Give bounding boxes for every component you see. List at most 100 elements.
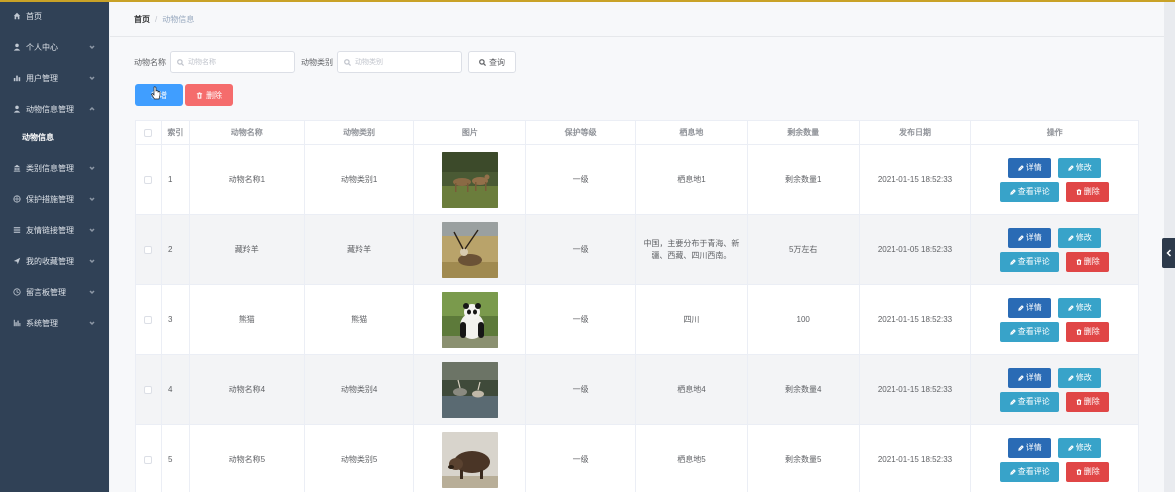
trash-icon xyxy=(1076,328,1081,335)
sidebar-item-favorites-management[interactable]: 我的收藏管理 xyxy=(0,249,109,273)
column-header: 动物类别 xyxy=(305,121,415,144)
row-delete-button[interactable]: 删除 xyxy=(1066,391,1110,412)
edit-button[interactable]: 修改 xyxy=(1058,437,1102,458)
edit-icon xyxy=(1067,374,1074,381)
clock-icon xyxy=(12,287,22,297)
query-button[interactable]: 查询 xyxy=(468,51,516,73)
row-checkbox[interactable] xyxy=(144,315,153,324)
animal-name: 动物名称5 xyxy=(190,425,305,492)
column-header: 操作 xyxy=(1046,128,1063,137)
sidebar-item-label: 我的收藏管理 xyxy=(26,256,74,266)
row-checkbox[interactable] xyxy=(144,245,153,254)
edit-icon xyxy=(1067,304,1074,311)
habitat: 四川 xyxy=(636,285,748,354)
sidebar-item-animal-info[interactable]: 动物信息 xyxy=(0,125,109,149)
column-header: 栖息地 xyxy=(636,121,748,144)
sidebar-item-message-board-management[interactable]: 留言板管理 xyxy=(0,280,109,304)
sidebar-item-label: 保护措施管理 xyxy=(26,194,74,204)
detail-button[interactable]: 详情 xyxy=(1008,367,1052,388)
row-delete-button[interactable]: 删除 xyxy=(1066,181,1110,202)
header-divider xyxy=(110,36,1164,37)
detail-button[interactable]: 详情 xyxy=(1008,157,1052,178)
animal-category: 动物类别4 xyxy=(305,355,415,424)
animal-category: 熊猫 xyxy=(305,285,415,354)
boar-photo[interactable] xyxy=(441,431,498,488)
table-body: 1 动物名称1 动物类别1 一级 栖息地1 剩余数量1 2021-01-15 18:52:3… xyxy=(136,145,1138,492)
row-delete-button[interactable]: 删除 xyxy=(1066,321,1110,342)
animal-name-input[interactable]: 动物名称 xyxy=(170,51,295,73)
row-actions: 详情 修改查看评论 删除 xyxy=(971,355,1138,424)
animal-image-cell xyxy=(414,285,527,354)
habitat: 中国，主要分布于青海、新疆、西藏、四川西南。 xyxy=(636,215,748,284)
sidebar-item-links-management[interactable]: 友情链接管理 xyxy=(0,218,109,242)
trash-icon xyxy=(196,91,203,99)
publish-date: 2021-01-05 18:52:33 xyxy=(860,215,972,284)
sidebar-item-system-management[interactable]: 系统管理 xyxy=(0,311,109,335)
remaining-count: 5万左右 xyxy=(748,215,860,284)
view-comments-button[interactable]: 查看评论 xyxy=(1000,391,1060,412)
table-row: 2 藏羚羊 藏羚羊 一级 中国，主要分布于青海、新疆、西藏、四川西南。 5万左右 2021-… xyxy=(136,215,1138,285)
bird-photo[interactable] xyxy=(441,361,498,418)
row-delete-button-label: 删除 xyxy=(1083,396,1100,406)
antelope-photo[interactable] xyxy=(441,221,498,278)
panda-photo[interactable] xyxy=(441,291,498,348)
detail-button[interactable]: 详情 xyxy=(1008,297,1052,318)
breadcrumb-home[interactable]: 首页 xyxy=(134,14,150,25)
animal-image-cell xyxy=(414,215,527,284)
row-checkbox[interactable] xyxy=(144,385,153,394)
select-all-checkbox[interactable] xyxy=(144,128,153,137)
animal-category-placeholder: 动物类别 xyxy=(355,59,383,66)
edit-icon xyxy=(1009,328,1016,335)
edit-button[interactable]: 修改 xyxy=(1058,157,1102,178)
delete-button[interactable]: 删除 xyxy=(185,84,233,106)
protection-level: 一级 xyxy=(526,145,637,214)
table-row: 3 熊猫 熊猫 一级 四川 100 2021-01-15 18:52:33 详情 修改 查看评论删… xyxy=(136,285,1138,355)
action-toolbar: 新增 删除 xyxy=(135,84,233,106)
edit-button-label: 修改 xyxy=(1075,302,1092,312)
bank-icon xyxy=(12,163,22,173)
column-header: 发布日期 xyxy=(860,121,972,144)
animal-category-input[interactable]: 动物类别 xyxy=(337,51,462,73)
view-comments-button-label: 查看评论 xyxy=(1017,466,1050,476)
row-checkbox[interactable] xyxy=(144,175,153,184)
row-select-cell xyxy=(136,355,162,424)
settings-drawer-toggle[interactable] xyxy=(1162,238,1175,268)
sidebar-item-profile[interactable]: 个人中心 xyxy=(0,35,109,59)
view-comments-button-label: 查看评论 xyxy=(1017,256,1050,266)
view-comments-button[interactable]: 查看评论 xyxy=(1000,181,1060,202)
chevron-down-icon xyxy=(89,43,97,51)
edit-icon xyxy=(1017,304,1024,311)
select-all-cell xyxy=(136,121,162,144)
row-delete-button[interactable]: 删除 xyxy=(1066,461,1110,482)
publish-date: 2021-01-15 18:52:33 xyxy=(860,355,972,424)
animal-category: 动物类别1 xyxy=(305,145,415,214)
sidebar-item-animal-info-management[interactable]: 动物信息管理 xyxy=(0,97,109,121)
edit-button[interactable]: 修改 xyxy=(1058,227,1102,248)
chevron-down-icon xyxy=(89,195,97,203)
edit-button-label: 修改 xyxy=(1075,442,1092,452)
edit-button[interactable]: 修改 xyxy=(1058,297,1102,318)
sidebar-item-protection-management[interactable]: 保护措施管理 xyxy=(0,187,109,211)
deer-photo[interactable] xyxy=(441,151,498,208)
main-content: 首页 / 动物信息 动物名称 动物名称 动物类别 动物类别 查询 新增 删除 xyxy=(110,2,1164,492)
row-checkbox[interactable] xyxy=(144,455,153,464)
detail-button[interactable]: 详情 xyxy=(1008,437,1052,458)
view-comments-button[interactable]: 查看评论 xyxy=(1000,321,1060,342)
sidebar: 首页 个人中心 用户管理 动物信息管理 动物信息 类别信息管理 保护措施管理 友… xyxy=(0,0,109,492)
sidebar-item-category-management[interactable]: 类别信息管理 xyxy=(0,156,109,180)
sidebar-item-label: 动物信息管理 xyxy=(26,104,74,114)
column-header: 动物名称 xyxy=(190,121,305,144)
row-delete-button[interactable]: 删除 xyxy=(1066,251,1110,272)
globe-icon xyxy=(12,194,22,204)
view-comments-button[interactable]: 查看评论 xyxy=(1000,461,1060,482)
view-comments-button[interactable]: 查看评论 xyxy=(1000,251,1060,272)
edit-button[interactable]: 修改 xyxy=(1058,367,1102,388)
row-select-cell xyxy=(136,425,162,492)
edit-icon xyxy=(1009,258,1016,265)
sidebar-item-home[interactable]: 首页 xyxy=(0,4,109,28)
animal-image-cell xyxy=(414,355,527,424)
detail-button[interactable]: 详情 xyxy=(1008,227,1052,248)
sidebar-item-users[interactable]: 用户管理 xyxy=(0,66,109,90)
row-index: 2 xyxy=(162,215,190,284)
protection-level: 一级 xyxy=(526,285,637,354)
